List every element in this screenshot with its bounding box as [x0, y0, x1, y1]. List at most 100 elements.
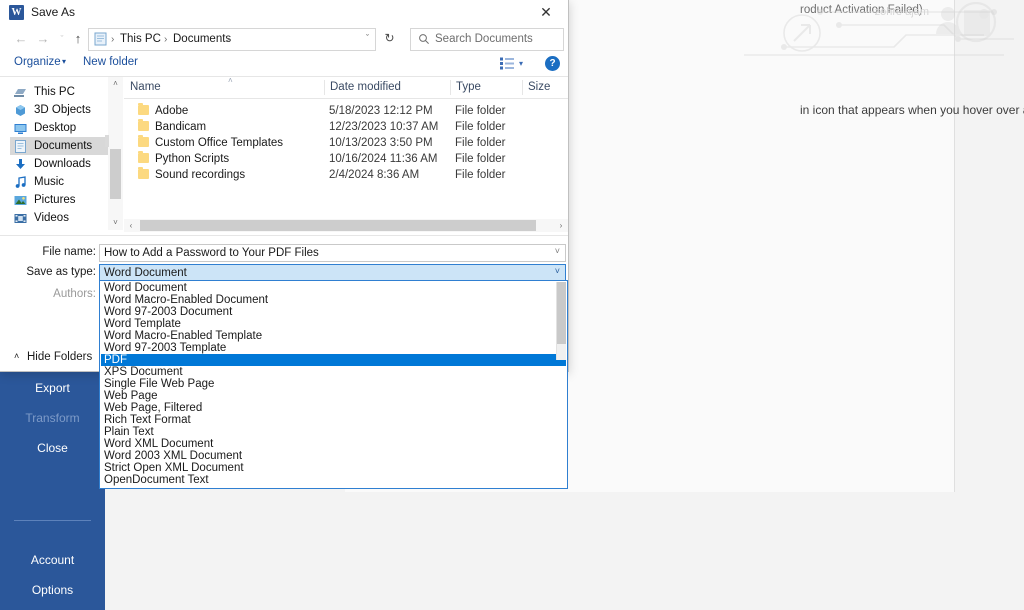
column-header-name[interactable]: Name	[130, 81, 161, 93]
sidebar-item-downloads[interactable]: Downloads	[12, 155, 108, 173]
file-name-label: File name:	[42, 246, 96, 258]
up-icon[interactable]: ↑	[71, 32, 85, 46]
document-body-text: in icon that appears when you hover over…	[800, 103, 1024, 117]
dropdown-option[interactable]: Web Page, Filtered	[101, 402, 566, 414]
sidebar-label: Downloads	[34, 158, 91, 170]
column-header-date-modified[interactable]: Date modified	[330, 81, 401, 93]
dropdown-option[interactable]: Plain Text	[101, 426, 566, 438]
dropdown-option[interactable]: Word Macro-Enabled Document	[101, 294, 566, 306]
dropdown-option[interactable]: Word 97-2003 Template	[101, 342, 566, 354]
forward-icon[interactable]: →	[36, 32, 50, 46]
chevron-down-icon[interactable]: ˅	[555, 266, 560, 276]
sidebar-item-local-disk[interactable]: Local Disk (C:)	[12, 227, 108, 230]
chevron-up-icon[interactable]: ˄	[14, 351, 19, 361]
downloads-icon	[16, 159, 25, 169]
pane-divider	[0, 235, 568, 236]
new-folder-button[interactable]: New folder	[83, 56, 138, 68]
scrollbar-thumb[interactable]	[110, 149, 121, 199]
authors-label: Authors:	[53, 288, 96, 300]
file-date-modified: 2/4/2024 8:36 AM	[329, 169, 420, 181]
chevron-down-icon[interactable]: ▾	[62, 57, 66, 66]
file-name: Adobe	[155, 105, 189, 117]
file-type: File folder	[455, 121, 506, 133]
address-bar-row: ← → ˇ ↑ › This PC › Documents › ˇ ↻ Sear…	[0, 25, 568, 52]
table-row[interactable]: Custom Office Templates 10/13/2023 3:50 …	[124, 135, 568, 151]
sidebar-item-desktop[interactable]: Desktop	[12, 119, 108, 137]
videos-icon	[14, 214, 27, 223]
recent-locations-icon[interactable]: ˇ	[55, 32, 69, 46]
table-row[interactable]: Bandicam 12/23/2023 10:37 AM File folder	[124, 119, 568, 135]
save-as-dialog: W Save As ✕ ← → ˇ ↑ › This PC › Document…	[0, 0, 569, 489]
sidebar-item-3d-objects[interactable]: 3D Objects	[12, 101, 108, 119]
scroll-left-icon[interactable]: ‹	[124, 219, 138, 232]
refresh-icon[interactable]: ↻	[380, 29, 399, 48]
dropdown-option[interactable]: Word XML Document	[101, 438, 566, 450]
dropdown-option[interactable]: OpenDocument Text	[101, 474, 566, 486]
pc-icon	[14, 89, 26, 97]
scroll-down-icon[interactable]: ˅	[108, 216, 123, 230]
dialog-toolbar: Organize ▾ New folder ▾ ?	[0, 52, 568, 77]
sidebar-label: Music	[34, 176, 65, 188]
folder-page-icon	[94, 32, 107, 46]
scrollbar-thumb[interactable]	[557, 282, 566, 344]
back-icon[interactable]: ←	[14, 32, 28, 46]
dropdown-option[interactable]: Rich Text Format	[101, 414, 566, 426]
dropdown-option[interactable]: Word 97-2003 Document	[101, 306, 566, 318]
breadcrumb-separator: ›	[111, 34, 115, 45]
table-row[interactable]: Adobe 5/18/2023 12:12 PM File folder	[124, 103, 568, 119]
dropdown-option[interactable]: Word 2003 XML Document	[101, 450, 566, 462]
dropdown-option[interactable]: Strict Open XML Document	[101, 462, 566, 474]
scroll-marker	[105, 135, 109, 147]
address-bar[interactable]: › This PC › Documents › ˇ	[88, 28, 376, 51]
backstage-item-export[interactable]: Export	[0, 381, 105, 395]
breadcrumb-documents[interactable]: Documents	[173, 32, 231, 47]
table-row[interactable]: Sound recordings 2/4/2024 8:36 AM File f…	[124, 167, 568, 183]
scroll-right-icon[interactable]: ›	[554, 219, 568, 232]
file-date-modified: 10/13/2023 3:50 PM	[329, 137, 433, 149]
file-list-horizontal-scrollbar[interactable]: ‹ ›	[124, 219, 568, 232]
dropdown-option[interactable]: XPS Document	[101, 366, 566, 378]
view-layout-icon[interactable]	[500, 57, 514, 70]
table-row[interactable]: Python Scripts 10/16/2024 11:36 AM File …	[124, 151, 568, 167]
sidebar-item-music[interactable]: Music	[12, 173, 108, 191]
file-name: Sound recordings	[155, 169, 246, 181]
close-icon[interactable]: ✕	[524, 0, 568, 25]
scroll-up-icon[interactable]: ˄	[108, 77, 123, 91]
chevron-down-icon[interactable]: ˅	[555, 246, 560, 256]
file-type: File folder	[455, 153, 506, 165]
backstage-item-options[interactable]: Options	[0, 583, 105, 597]
navigation-pane-scrollbar[interactable]: ˄ ˅	[105, 77, 123, 230]
dropdown-option[interactable]: Single File Web Page	[101, 378, 566, 390]
file-name: Custom Office Templates	[155, 137, 284, 149]
breadcrumb-this-pc[interactable]: This PC	[120, 32, 161, 47]
dropdown-option[interactable]: Word Template	[101, 318, 566, 330]
music-icon	[15, 176, 26, 188]
file-name-input[interactable]: How to Add a Password to Your PDF Files …	[99, 244, 566, 262]
sidebar-item-documents[interactable]: Documents	[10, 137, 108, 155]
backstage-item-close[interactable]: Close	[0, 441, 105, 455]
backstage-item-account[interactable]: Account	[0, 553, 105, 567]
sidebar-item-videos[interactable]: Videos	[12, 209, 108, 227]
organize-button[interactable]: Organize	[14, 56, 61, 68]
sidebar-item-pictures[interactable]: Pictures	[12, 191, 108, 209]
save-as-type-dropdown-list[interactable]: Word Document Word Macro-Enabled Documen…	[99, 280, 568, 489]
dropdown-scrollbar[interactable]	[556, 282, 566, 360]
pictures-icon	[14, 196, 27, 205]
help-icon[interactable]: ?	[545, 56, 560, 71]
file-name: Bandicam	[155, 121, 207, 133]
column-header-size[interactable]: Size	[528, 81, 550, 93]
dropdown-option[interactable]: Web Page	[101, 390, 566, 402]
chevron-down-icon[interactable]: ˇ	[366, 33, 369, 43]
breadcrumb-separator: ›	[226, 34, 230, 45]
dropdown-option[interactable]: Word Macro-Enabled Template	[101, 330, 566, 342]
chevron-down-icon[interactable]: ▾	[519, 59, 523, 68]
dropdown-option[interactable]: Word Document	[101, 282, 566, 294]
scrollbar-thumb[interactable]	[140, 220, 536, 231]
dropdown-option-selected[interactable]: PDF	[101, 354, 566, 366]
search-input[interactable]: Search Documents	[410, 28, 564, 51]
sidebar-label: Local Disk (C:)	[34, 227, 108, 230]
column-header-type[interactable]: Type	[456, 81, 481, 93]
hide-folders-button[interactable]: Hide Folders	[27, 351, 92, 363]
sidebar-item-this-pc[interactable]: This PC	[12, 83, 108, 101]
column-header-row: Name ˄ Date modified Type Size	[124, 76, 568, 99]
